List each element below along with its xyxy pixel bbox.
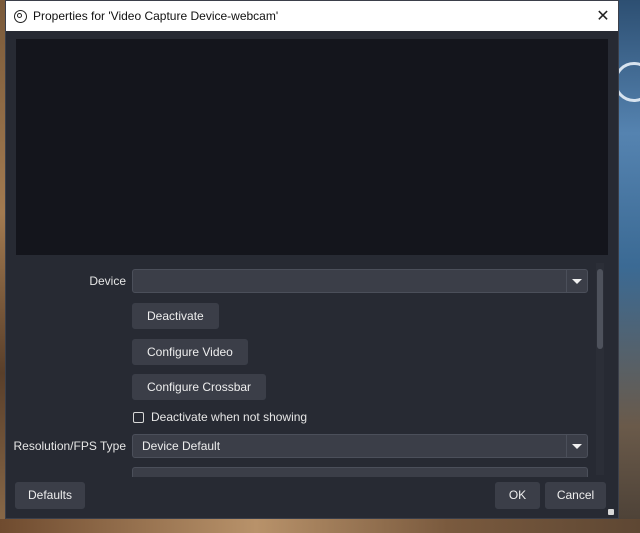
resolution-dropdown[interactable]: Device Default (132, 434, 588, 458)
deactivate-when-not-showing-row[interactable]: Deactivate when not showing (133, 410, 307, 424)
cancel-button[interactable]: Cancel (545, 482, 606, 509)
close-icon[interactable]: ✕ (588, 1, 618, 31)
deactivate-when-not-showing-label: Deactivate when not showing (151, 410, 308, 424)
ok-button[interactable]: OK (495, 482, 540, 509)
deactivate-button[interactable]: Deactivate (132, 303, 219, 329)
scrollbar-thumb[interactable] (597, 269, 603, 349)
properties-form: Device Deactivate Configure Video Config… (6, 259, 608, 477)
configure-crossbar-button[interactable]: Configure Crossbar (132, 374, 267, 400)
chevron-down-icon[interactable] (566, 270, 587, 292)
device-label: Device (89, 274, 126, 288)
title-bar: Properties for 'Video Capture Device-web… (6, 1, 618, 31)
deactivate-when-not-showing-checkbox[interactable] (133, 411, 144, 423)
device-dropdown[interactable] (132, 269, 588, 293)
obs-icon (14, 9, 27, 23)
resolution-value: Device Default (142, 439, 221, 453)
desktop-background-bottom (0, 519, 640, 533)
form-scrollbar[interactable] (596, 263, 604, 475)
video-preview (16, 39, 608, 255)
configure-video-button[interactable]: Configure Video (132, 339, 248, 365)
defaults-button[interactable]: Defaults (15, 482, 85, 509)
resize-grip-icon[interactable] (608, 509, 614, 515)
resolution-label: Resolution/FPS Type (13, 439, 126, 453)
properties-dialog: Properties for 'Video Capture Device-web… (5, 0, 619, 519)
next-field-dropdown[interactable] (132, 467, 588, 477)
chevron-down-icon[interactable] (566, 435, 587, 457)
window-title: Properties for 'Video Capture Device-web… (33, 9, 279, 23)
